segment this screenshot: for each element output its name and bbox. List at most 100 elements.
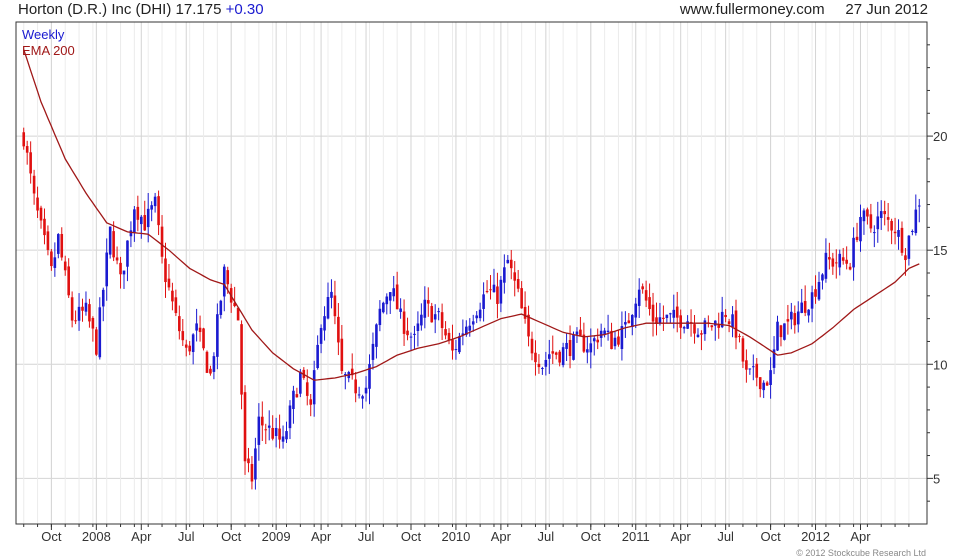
candle-body	[769, 370, 772, 385]
candle-body	[81, 306, 84, 311]
candle-body	[779, 325, 783, 338]
candle-body	[572, 334, 575, 360]
candle-body	[516, 279, 520, 289]
x-tick-label: 2008	[82, 529, 111, 544]
candle-body	[39, 207, 43, 221]
candle-body	[589, 343, 593, 353]
candle-body	[765, 382, 769, 386]
candle-body	[810, 292, 814, 309]
candle-body	[696, 334, 700, 338]
candle-body	[150, 205, 153, 210]
candle-body	[153, 196, 157, 207]
candle-body	[693, 324, 696, 334]
candle-body	[305, 382, 309, 396]
candle-body	[188, 345, 191, 352]
candle-body	[278, 428, 281, 440]
candle-body	[32, 175, 36, 194]
candle-body	[724, 314, 727, 318]
candle-body	[423, 299, 427, 318]
candle-body	[627, 320, 631, 324]
candle-body	[509, 259, 513, 269]
candle-body	[316, 344, 319, 369]
x-tick-label: Oct	[581, 529, 602, 544]
candle-body	[492, 284, 496, 293]
copyright-notice: © 2012 Stockcube Research Ltd	[796, 548, 926, 558]
candle-body	[426, 300, 430, 304]
candle-body	[876, 216, 880, 230]
candle-body	[862, 210, 866, 222]
candle-body	[845, 259, 848, 264]
candle-body	[212, 356, 216, 372]
candle-body	[831, 258, 835, 267]
candle-body	[178, 316, 181, 332]
candle-body	[319, 327, 323, 344]
candle-body	[817, 281, 821, 300]
candle-body	[900, 227, 904, 253]
candle-body	[575, 331, 579, 335]
candle-body	[136, 206, 140, 220]
candle-body	[264, 429, 268, 431]
candle-body	[361, 396, 364, 399]
candle-body	[167, 278, 171, 288]
candle-body	[74, 320, 77, 322]
candle-body	[95, 329, 98, 355]
candle-body	[406, 330, 409, 336]
candle-body	[84, 302, 88, 312]
candle-body	[485, 291, 489, 293]
candle-body	[624, 322, 627, 325]
candle-body	[430, 306, 434, 323]
x-tick-label: Jul	[358, 529, 375, 544]
x-tick-label: Apr	[671, 529, 692, 544]
candle-body	[98, 307, 102, 358]
candle-body	[382, 302, 385, 313]
candle-body	[727, 321, 731, 324]
y-tick-label: 5	[933, 471, 940, 486]
candle-body	[420, 314, 423, 326]
candle-body	[679, 315, 682, 328]
candle-body	[568, 339, 572, 356]
x-tick-label: Apr	[850, 529, 871, 544]
candle-body	[523, 306, 527, 319]
candle-body	[295, 394, 299, 398]
candle-body	[554, 352, 558, 355]
candle-body	[416, 323, 420, 331]
candle-body	[651, 304, 655, 322]
candle-body	[703, 320, 707, 335]
candle-body	[43, 218, 46, 236]
candle-body	[271, 427, 274, 439]
candle-body	[513, 272, 517, 281]
candle-body	[606, 330, 610, 333]
legend-weekly: Weekly	[22, 27, 65, 42]
candle-body	[60, 233, 64, 258]
candle-body	[897, 230, 900, 237]
candle-body	[745, 360, 748, 370]
candle-body	[848, 266, 852, 270]
candle-body	[409, 336, 413, 338]
candle-body	[592, 338, 596, 342]
candle-body	[641, 286, 644, 290]
candle-body	[458, 336, 461, 353]
candle-body	[855, 236, 859, 241]
candle-body	[828, 257, 831, 260]
candle-body	[67, 266, 70, 296]
candle-body	[800, 302, 804, 313]
candle-body	[634, 303, 638, 318]
candle-body	[790, 311, 793, 320]
candle-body	[299, 371, 302, 394]
x-tick-label: Oct	[41, 529, 62, 544]
candle-body	[617, 336, 620, 345]
candle-body	[402, 311, 406, 334]
candle-body	[257, 416, 261, 445]
candle-body	[482, 294, 485, 309]
x-tick-label: 2012	[801, 529, 830, 544]
candle-body	[796, 311, 800, 325]
candle-body	[630, 314, 634, 328]
candle-body	[786, 319, 790, 322]
candle-body	[205, 351, 209, 373]
candle-body	[879, 211, 883, 218]
candle-body	[541, 368, 544, 370]
candle-body	[413, 333, 416, 335]
x-tick-label: 2010	[441, 529, 470, 544]
candle-body	[475, 315, 478, 319]
candle-body	[911, 231, 914, 233]
